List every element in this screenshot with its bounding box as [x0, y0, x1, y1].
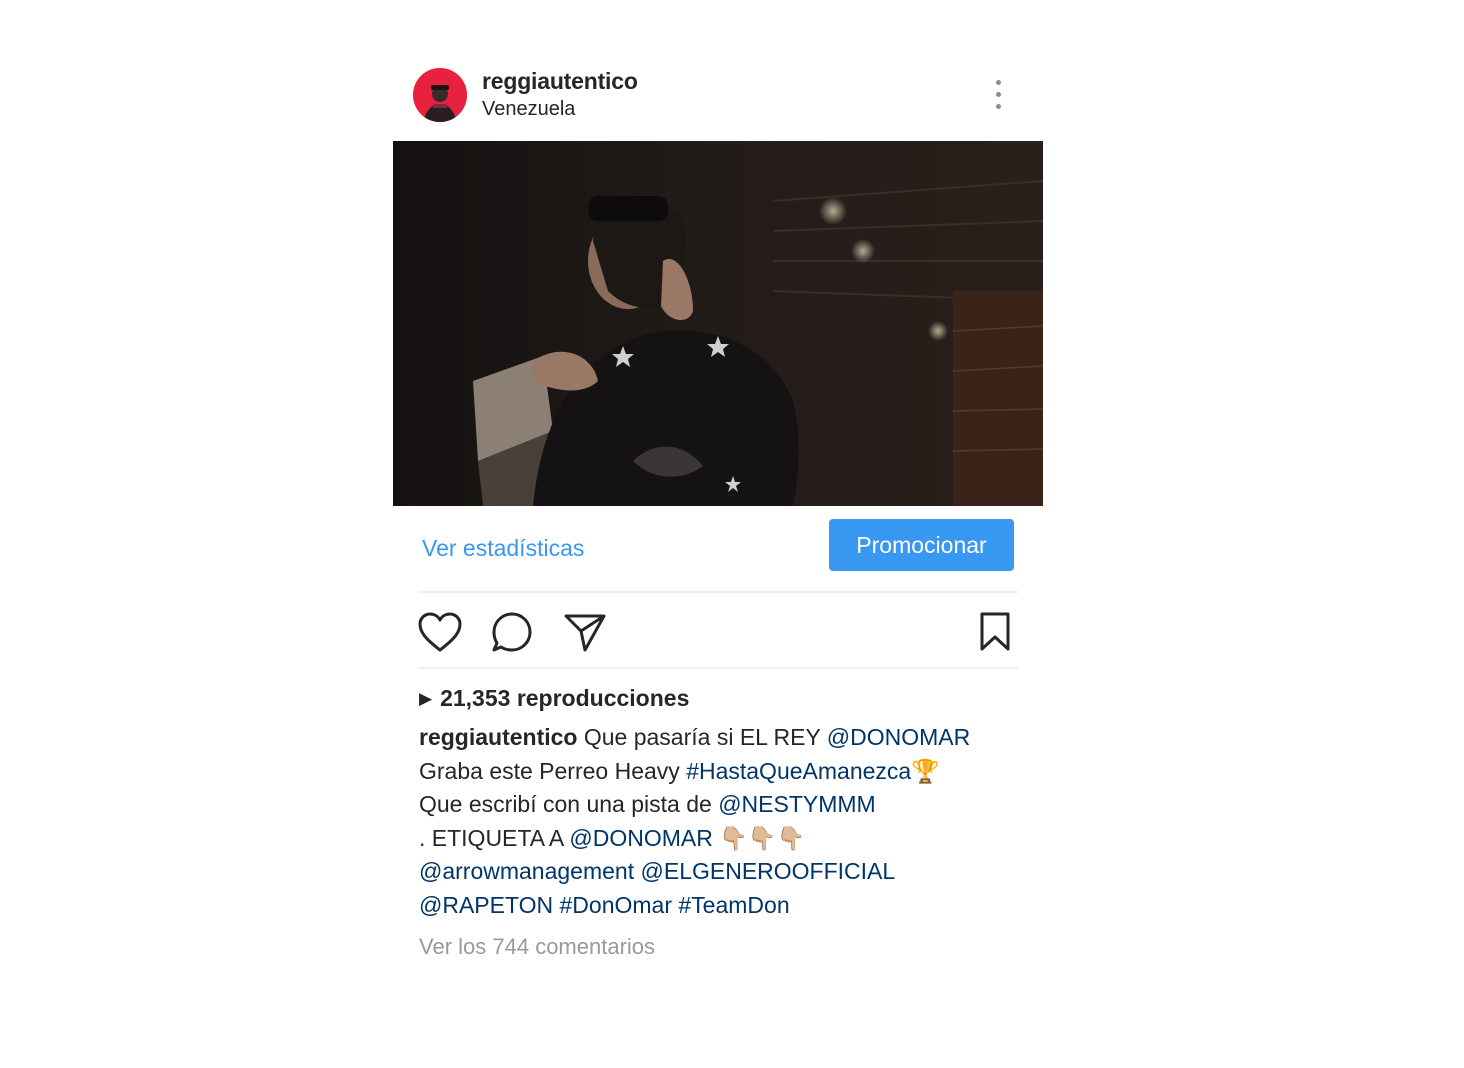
- view-count: ▶ 21,353 reproducciones: [419, 685, 689, 712]
- hashtag-link[interactable]: #DonOmar: [560, 892, 672, 918]
- pointing-down-emoji: 👇🏼👇🏼👇🏼: [712, 824, 806, 851]
- post-actions: [393, 600, 1043, 664]
- hashtag-link[interactable]: #TeamDon: [678, 892, 789, 918]
- more-options-icon[interactable]: [985, 78, 1013, 112]
- mention-link[interactable]: @ELGENEROOFFICIAL: [641, 858, 896, 884]
- hashtag-link[interactable]: #HastaQueAmanezca: [686, 758, 911, 784]
- trophy-emoji: 🏆: [911, 757, 940, 784]
- divider: [418, 591, 1018, 593]
- post-header: reggiautentico Venezuela: [393, 62, 1043, 128]
- mention-link[interactable]: @arrowmanagement: [419, 858, 634, 884]
- mention-link[interactable]: @NESTYMMM: [718, 791, 876, 817]
- like-heart-icon[interactable]: [417, 611, 463, 658]
- view-count-text: 21,353 reproducciones: [440, 685, 690, 711]
- caption-username[interactable]: reggiautentico: [419, 724, 577, 750]
- insights-bar: Ver estadísticas Promocionar: [393, 506, 1043, 591]
- post-username[interactable]: reggiautentico: [482, 68, 638, 95]
- play-icon: ▶: [419, 689, 433, 708]
- video-frame: [393, 141, 1043, 506]
- avatar[interactable]: [413, 68, 467, 122]
- post-caption: reggiautentico Que pasaría si EL REY @DO…: [419, 721, 1019, 922]
- divider: [418, 667, 1018, 669]
- mention-link[interactable]: @DONOMAR: [569, 825, 712, 851]
- post-video[interactable]: [393, 141, 1043, 506]
- caption-text: Que pasaría si EL REY: [577, 724, 827, 750]
- mention-link[interactable]: @DONOMAR: [827, 724, 970, 750]
- mention-link[interactable]: @RAPETON: [419, 892, 553, 918]
- post-location[interactable]: Venezuela: [482, 98, 575, 121]
- save-bookmark-icon[interactable]: [978, 611, 1012, 658]
- promote-button[interactable]: Promocionar: [829, 519, 1014, 571]
- view-insights-link[interactable]: Ver estadísticas: [422, 535, 584, 562]
- caption-text: Que escribí con una pista de: [419, 791, 719, 817]
- caption-text: . ETIQUETA A: [419, 824, 570, 851]
- share-direct-icon[interactable]: [563, 611, 607, 658]
- view-comments-link[interactable]: Ver los 744 comentarios: [419, 934, 655, 960]
- caption-text: Graba este Perreo Heavy: [419, 757, 687, 784]
- comment-bubble-icon[interactable]: [491, 611, 533, 658]
- instagram-post: reggiautentico Venezuela Ver estadística…: [393, 0, 1043, 1068]
